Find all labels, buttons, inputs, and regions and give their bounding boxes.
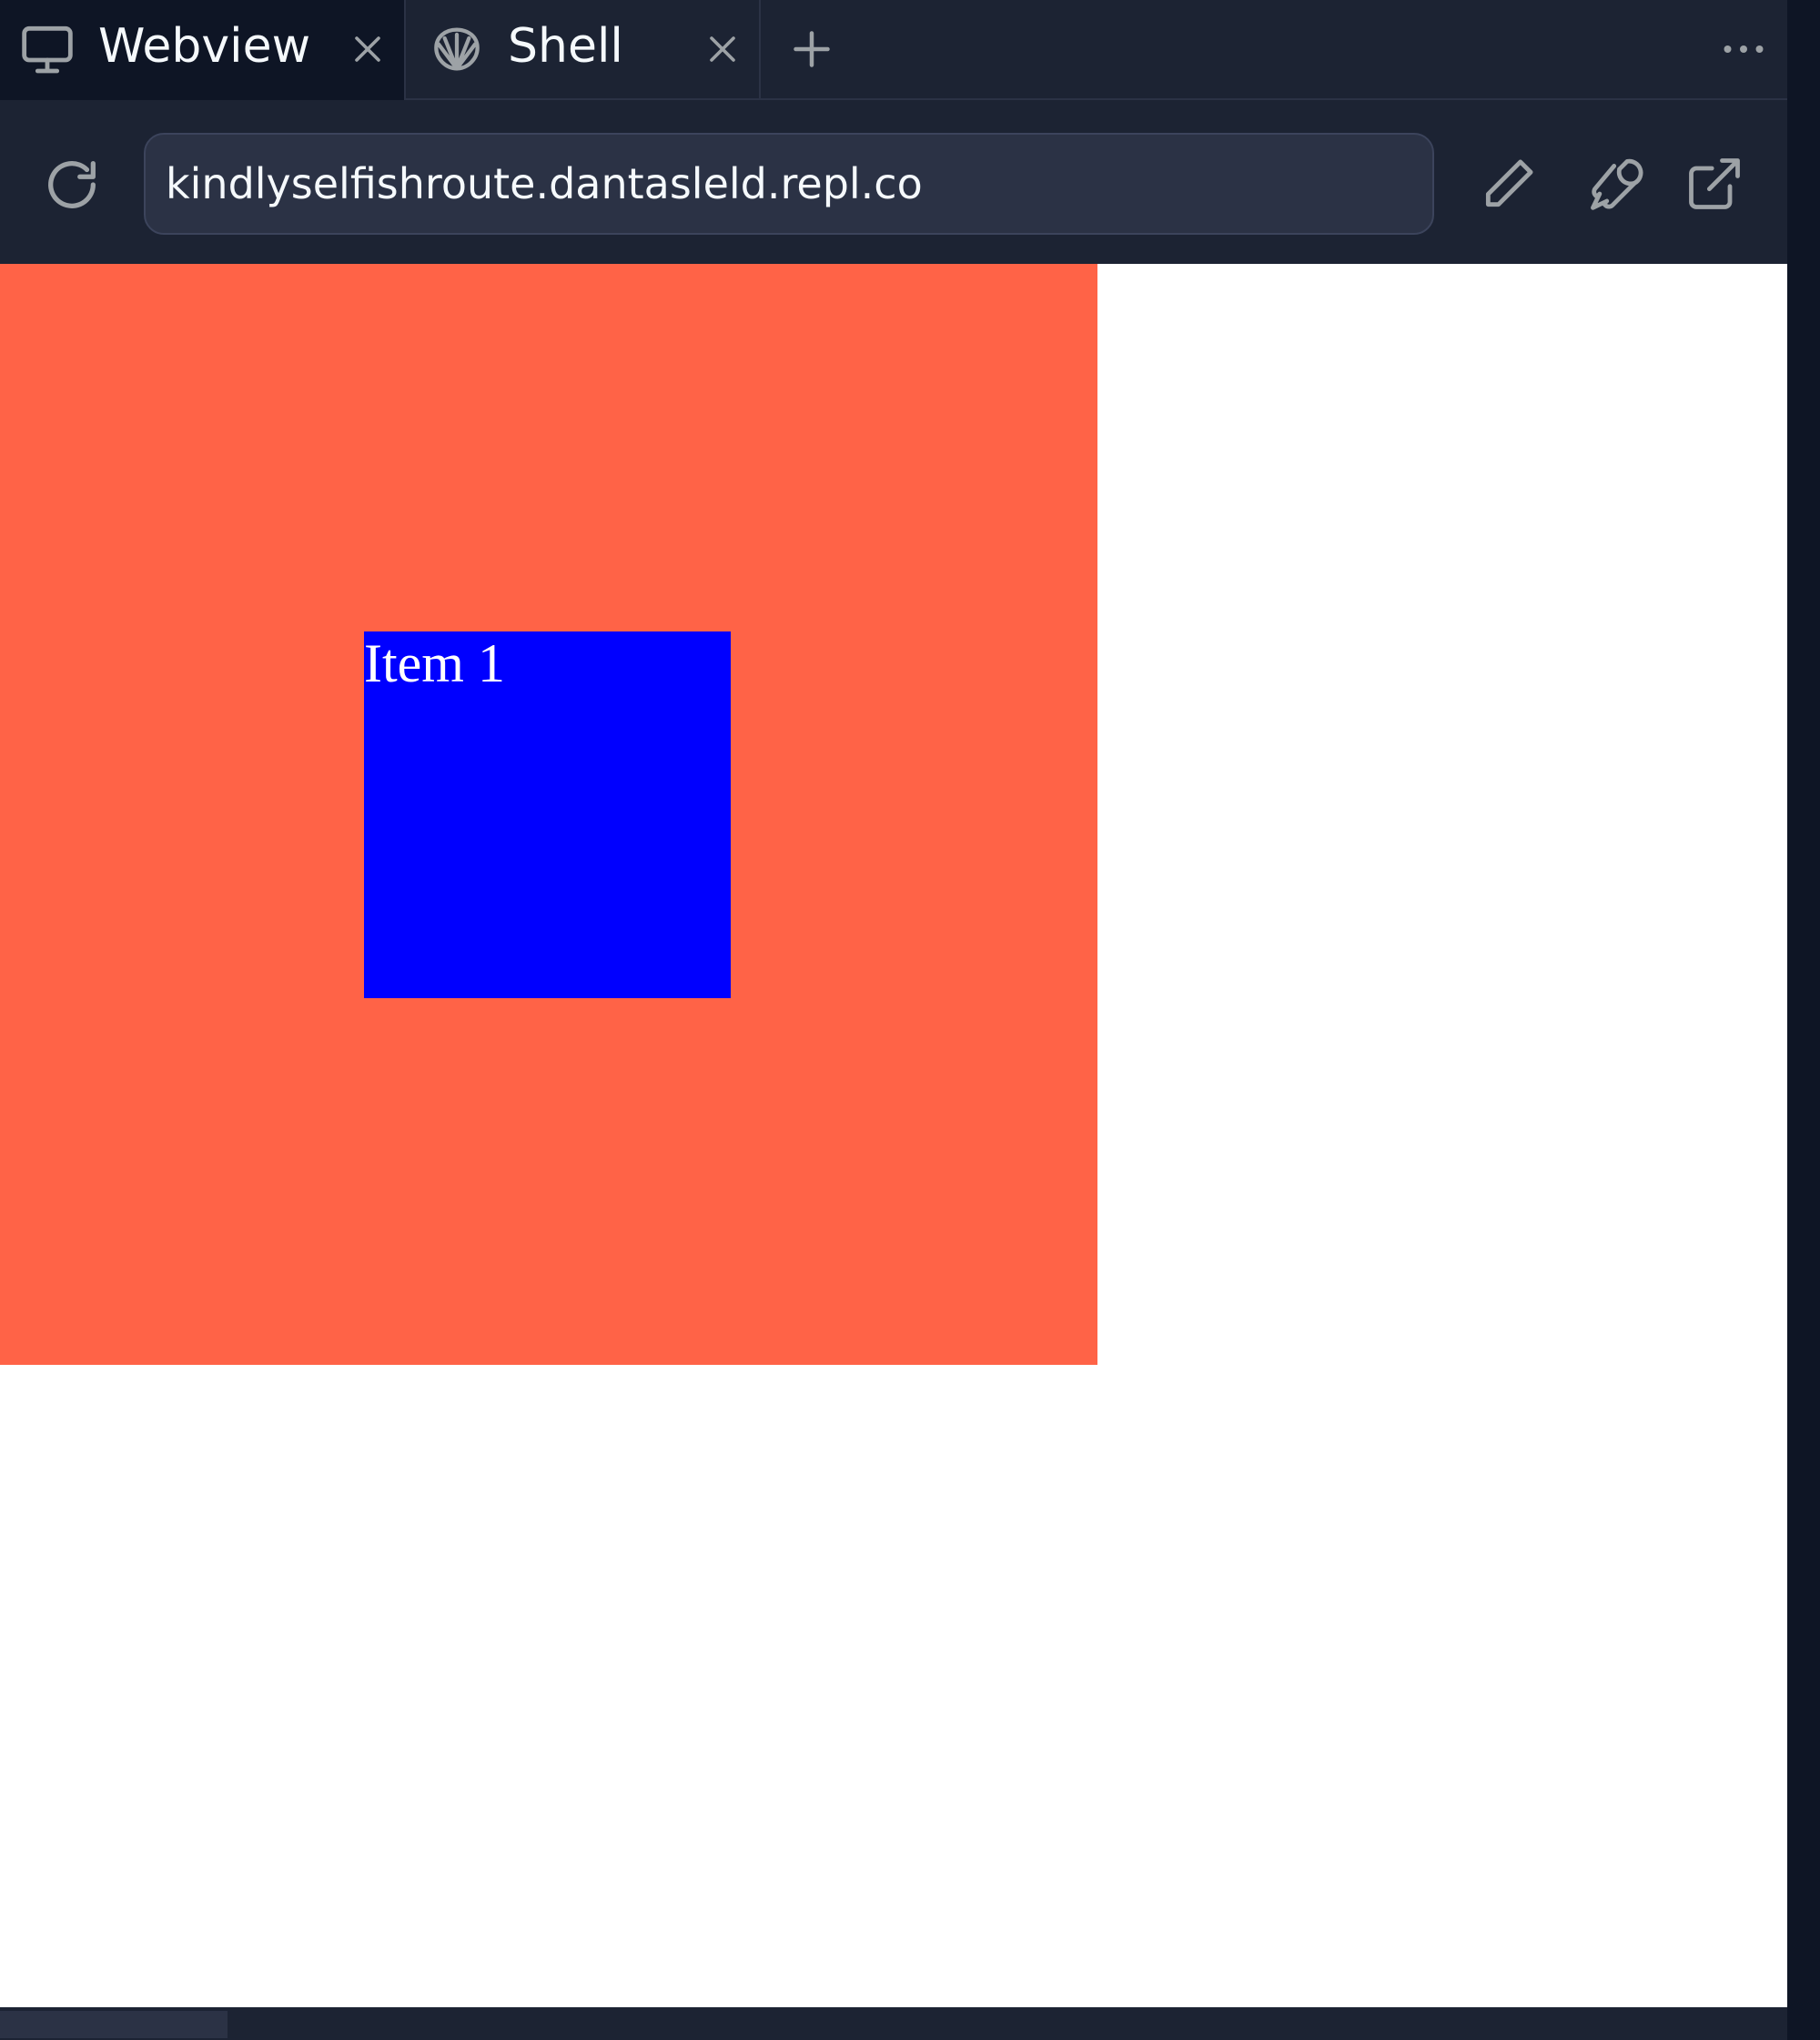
tab-bar: Webview Shell — [0, 0, 1787, 100]
wrench-icon[interactable] — [1582, 153, 1643, 215]
horizontal-scrollbar[interactable] — [0, 2007, 1787, 2040]
item-box: Item 1 — [364, 631, 731, 998]
item-label: Item 1 — [364, 633, 505, 693]
monitor-icon — [18, 20, 76, 78]
scrollbar-thumb[interactable] — [0, 2011, 228, 2038]
pencil-icon[interactable] — [1478, 153, 1540, 215]
external-link-icon[interactable] — [1684, 153, 1745, 215]
workspace-window: Webview Shell kindlyselfishroute.dantasl… — [0, 0, 1820, 2040]
plus-icon[interactable] — [784, 22, 839, 76]
webview-viewport: Item 1 — [0, 264, 1787, 2007]
close-icon[interactable] — [701, 27, 744, 71]
tab-webview[interactable]: Webview — [0, 0, 406, 100]
close-icon[interactable] — [346, 27, 389, 71]
url-bar: kindlyselfishroute.dantasleld.repl.co — [0, 100, 1787, 264]
shell-icon — [428, 20, 486, 78]
tab-label: Webview — [98, 19, 311, 74]
tab-label: Shell — [508, 19, 623, 74]
panel-divider — [1787, 0, 1820, 2040]
container-box: Item 1 — [0, 264, 1097, 1365]
url-input[interactable]: kindlyselfishroute.dantasleld.repl.co — [144, 133, 1434, 235]
reload-icon[interactable] — [40, 153, 104, 217]
more-horizontal-icon[interactable] — [1716, 22, 1771, 76]
tab-shell[interactable]: Shell — [408, 0, 761, 100]
